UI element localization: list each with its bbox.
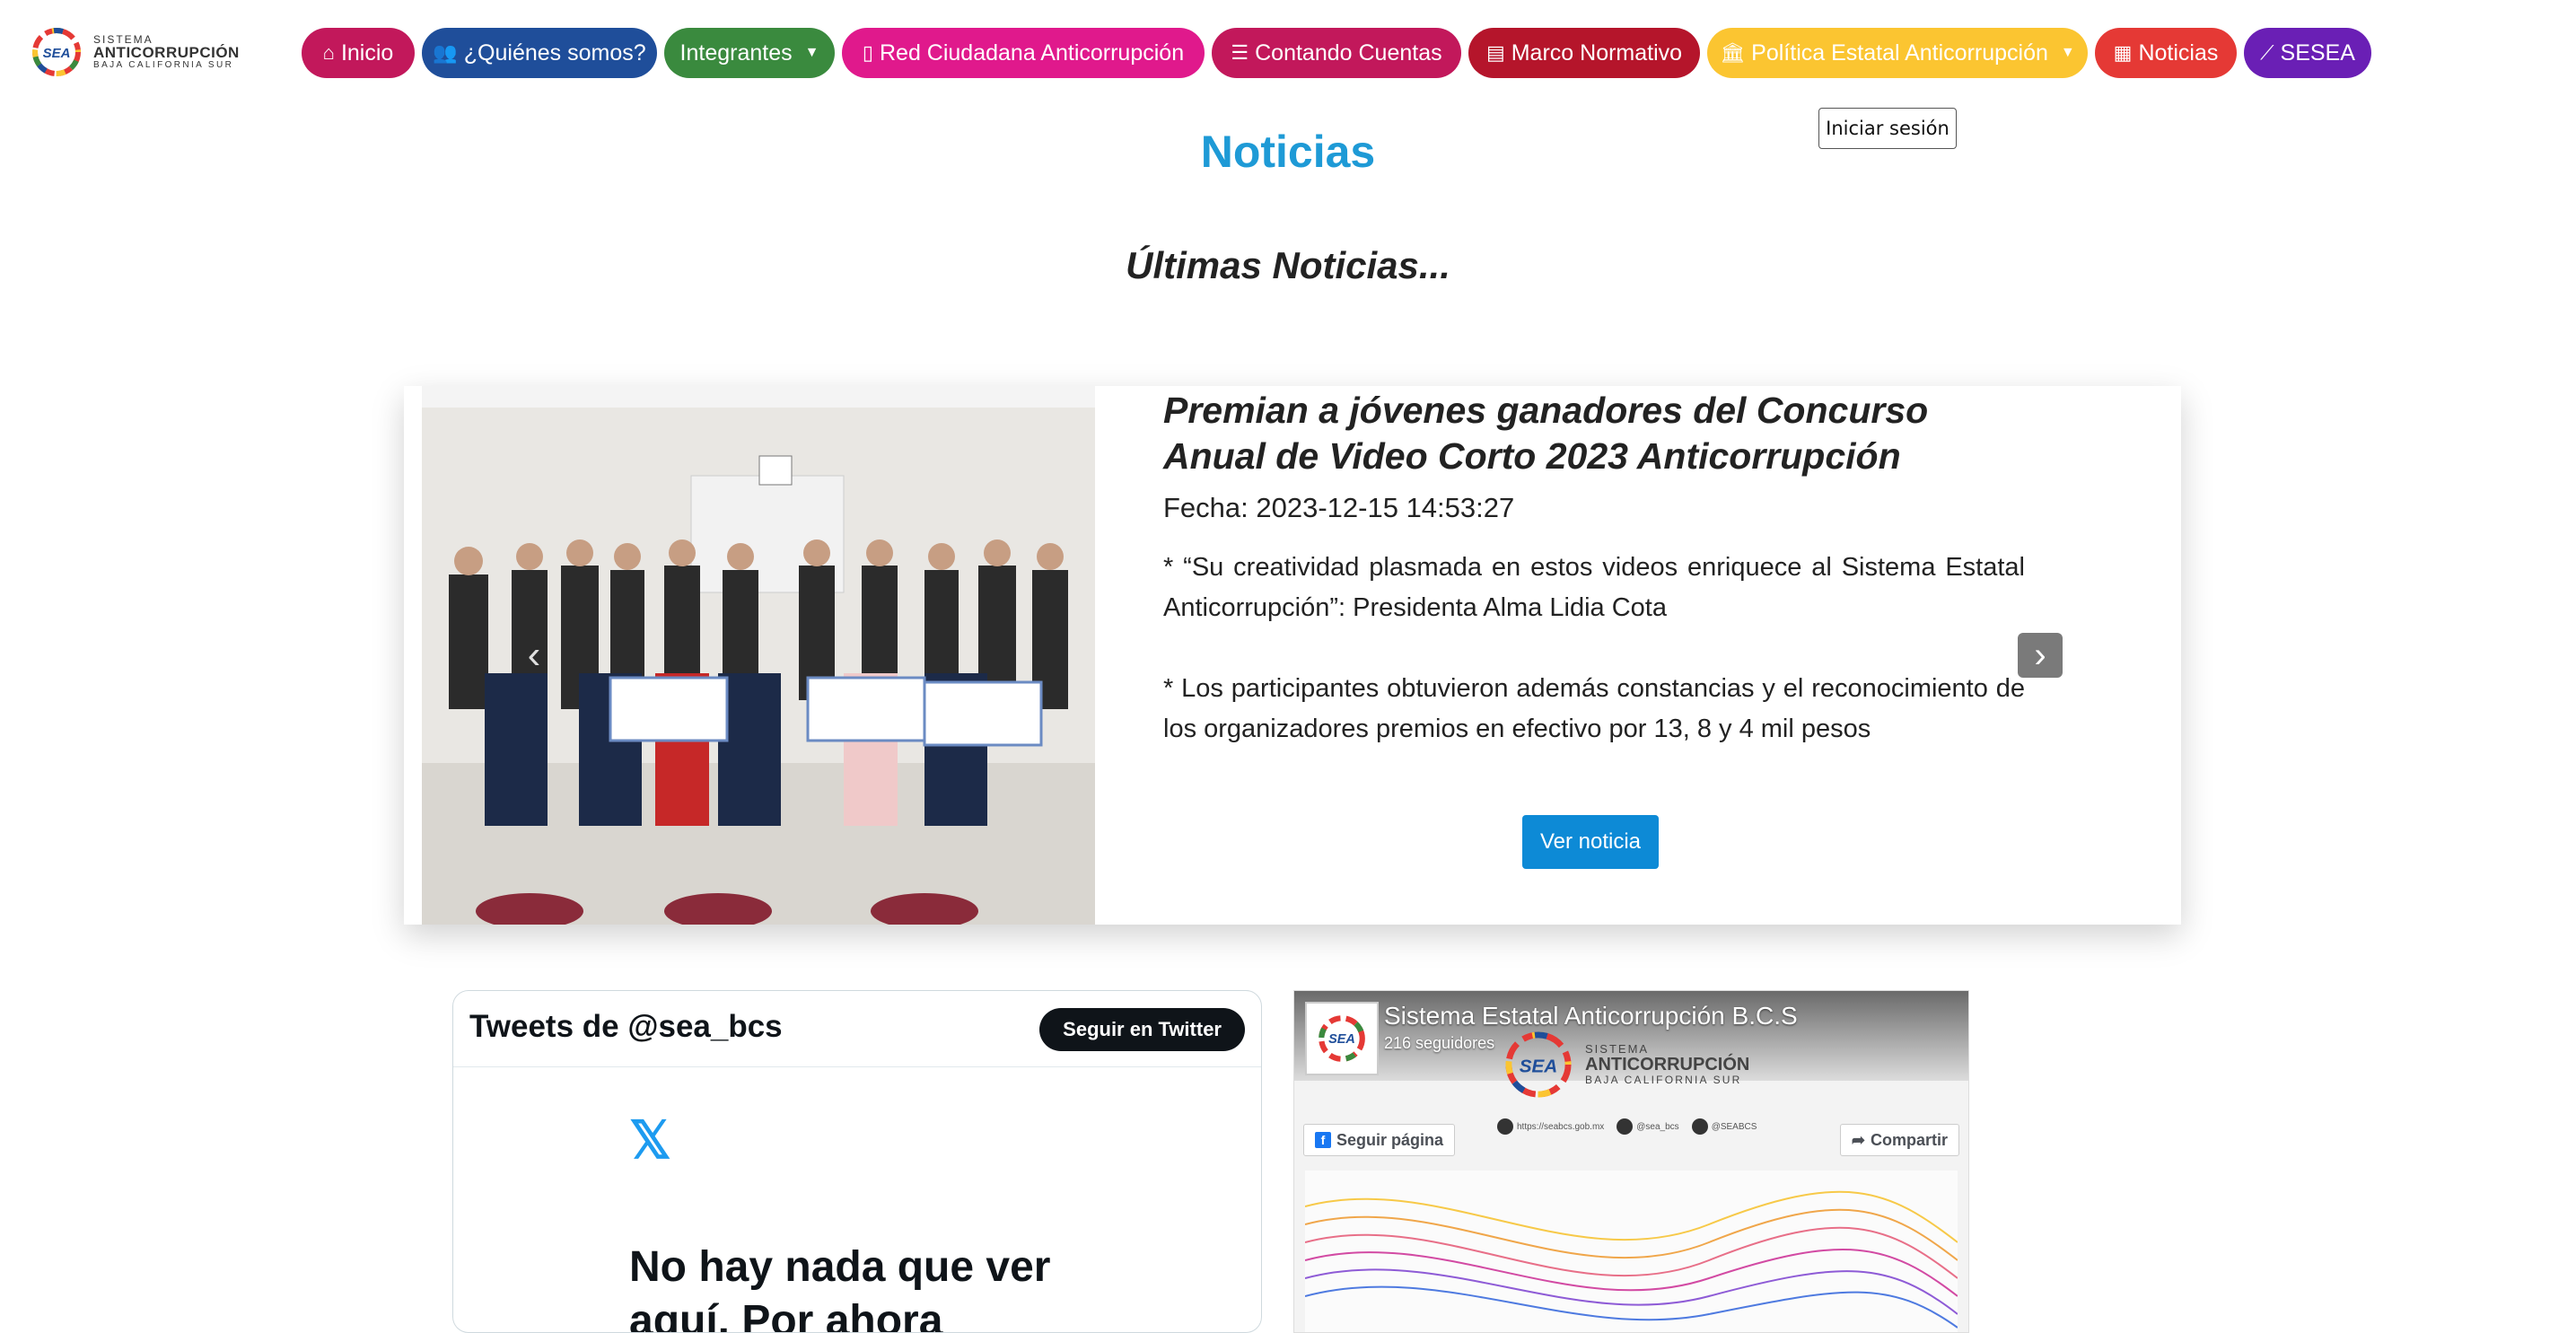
facebook-icon: f: [1315, 1132, 1331, 1148]
newspaper-icon: ▦: [2113, 41, 2133, 64]
nav-noticias[interactable]: ▦ Noticias: [2095, 28, 2237, 78]
nav-label: Política Estatal Anticorrupción: [1751, 39, 2048, 66]
news-carousel: Premian a jóvenes ganadores del Concurso…: [404, 386, 2181, 925]
top-navbar: SEA SISTEMA ANTICORRUPCIÓN BAJA CALIFORN…: [0, 0, 2576, 106]
facebook-cover-logo: SEA SISTEMA ANTICORRUPCIÓN BAJA CALIFORN…: [1503, 1029, 1749, 1101]
instagram-icon: [1691, 1118, 1708, 1135]
cover-line-1: SISTEMA: [1585, 1042, 1650, 1057]
facebook-follow-button[interactable]: f Seguir página: [1303, 1124, 1456, 1156]
sea-logo-icon: SEA: [1505, 1031, 1572, 1098]
nav-inicio[interactable]: ⌂ Inicio: [302, 28, 415, 78]
news-paragraph-1: * “Su creatividad plasmada en estos vide…: [1163, 553, 2025, 622]
news-title[interactable]: Premian a jóvenes ganadores del Concurso…: [1163, 388, 2025, 479]
nav-contando-cuentas[interactable]: ☰ Contando Cuentas: [1212, 28, 1461, 78]
news-paragraph-2: * Los participantes obtuvieron además co…: [1163, 673, 2025, 743]
sea-logo-icon: SEA: [32, 28, 81, 76]
svg-text:SEA: SEA: [1520, 1056, 1558, 1076]
caret-down-icon: ▼: [804, 45, 819, 60]
nav-marco-normativo[interactable]: ▤ Marco Normativo: [1468, 28, 1700, 78]
people-icon: 👥: [433, 41, 458, 64]
svg-text:SEA: SEA: [1328, 1032, 1355, 1047]
caret-down-icon: ▼: [2060, 45, 2075, 60]
nav-sesea[interactable]: ⟋ SESEA: [2244, 28, 2371, 78]
nav-label: Contando Cuentas: [1255, 39, 1442, 66]
twitter-header: Tweets de @sea_bcs Seguir en Twitter: [453, 991, 1261, 1067]
building-icon: 🏛: [1720, 41, 1746, 64]
page-title: Noticias: [1200, 127, 1376, 177]
facebook-page-name[interactable]: Sistema Estatal Anticorrupción B.C.S: [1384, 1002, 1798, 1030]
cover-line-3: BAJA CALIFORNIA SUR: [1585, 1074, 1742, 1087]
twitter-title: Tweets de @sea_bcs: [469, 1009, 783, 1044]
document-icon: ▤: [1485, 41, 1505, 64]
ver-noticia-button[interactable]: Ver noticia: [1522, 815, 1659, 869]
follow-label: Seguir página: [1336, 1130, 1444, 1149]
share-icon: ➦: [1851, 1130, 1865, 1149]
cover-wave-graphic: [1305, 1171, 1958, 1332]
logo-line-3: BAJA CALIFORNIA SUR: [93, 59, 234, 70]
nav-label: Marco Normativo: [1511, 39, 1683, 66]
twitter-empty-message: No hay nada que ver aquí. Por ahora: [629, 1243, 1051, 1333]
carousel-prev-icon[interactable]: ‹: [512, 633, 556, 678]
facebook-page-widget: SEA Sistema Estatal Anticorrupción B.C.S…: [1293, 990, 1969, 1333]
site-logo[interactable]: SEA SISTEMA ANTICORRUPCIÓN BAJA CALIFORN…: [31, 25, 240, 79]
nav-quienes-somos[interactable]: 👥 ¿Quiénes somos?: [422, 28, 657, 78]
twitter-icon: [1617, 1118, 1634, 1135]
sea-logo-icon: SEA: [1319, 1015, 1365, 1062]
cover-line-2: ANTICORRUPCIÓN: [1585, 1055, 1750, 1075]
follow-twitter-button[interactable]: Seguir en Twitter: [1039, 1008, 1245, 1051]
wand-icon: ⟋: [2260, 41, 2274, 64]
list-icon: ☰: [1231, 41, 1249, 64]
share-label: Compartir: [1870, 1130, 1948, 1149]
twitter-timeline-widget: Tweets de @sea_bcs Seguir en Twitter 𝕏 N…: [452, 990, 1262, 1333]
nav-label: SESEA: [2280, 39, 2355, 66]
section-title: Últimas Noticias...: [1126, 244, 1450, 286]
news-summary: * “Su creatividad plasmada en estos vide…: [1163, 548, 2025, 790]
nav-red-ciudadana[interactable]: ▯ Red Ciudadana Anticorrupción: [842, 28, 1205, 78]
svg-text:SEA: SEA: [43, 46, 71, 61]
cover-link-twitter: @sea_bcs: [1617, 1118, 1679, 1135]
globe-icon: [1497, 1118, 1513, 1135]
cover-link-web: https://seabcs.gob.mx: [1497, 1118, 1604, 1135]
facebook-avatar[interactable]: SEA: [1305, 1002, 1379, 1075]
carousel-next-icon[interactable]: ›: [2018, 633, 2063, 678]
cover-link-instagram: @SEABCS: [1691, 1118, 1757, 1135]
nav-label: Inicio: [340, 39, 394, 66]
home-icon: ⌂: [322, 41, 335, 64]
logo-line-2: ANTICORRUPCIÓN: [93, 44, 240, 62]
x-logo-icon: 𝕏: [629, 1111, 671, 1170]
logo-text: SISTEMA ANTICORRUPCIÓN BAJA CALIFORNIA S…: [93, 33, 240, 71]
news-date: Fecha: 2023-12-15 14:53:27: [1163, 492, 1515, 523]
facebook-share-button[interactable]: ➦ Compartir: [1839, 1124, 1959, 1156]
nav-label: Red Ciudadana Anticorrupción: [879, 39, 1185, 66]
cover-links: https://seabcs.gob.mx @sea_bcs @SEABCS: [1497, 1118, 1757, 1135]
nav-integrantes-dropdown[interactable]: Integrantes ▼: [664, 28, 835, 78]
facebook-followers: 216 seguidores: [1384, 1034, 1495, 1052]
nav-label: Integrantes: [679, 39, 793, 66]
cover-text: SISTEMA ANTICORRUPCIÓN BAJA CALIFORNIA S…: [1585, 1043, 1749, 1085]
nav-politica-estatal-dropdown[interactable]: 🏛 Política Estatal Anticorrupción ▼: [1707, 28, 2088, 78]
book-icon: ▯: [862, 41, 873, 64]
nav-label: ¿Quiénes somos?: [463, 39, 646, 66]
nav-label: Noticias: [2138, 39, 2219, 66]
